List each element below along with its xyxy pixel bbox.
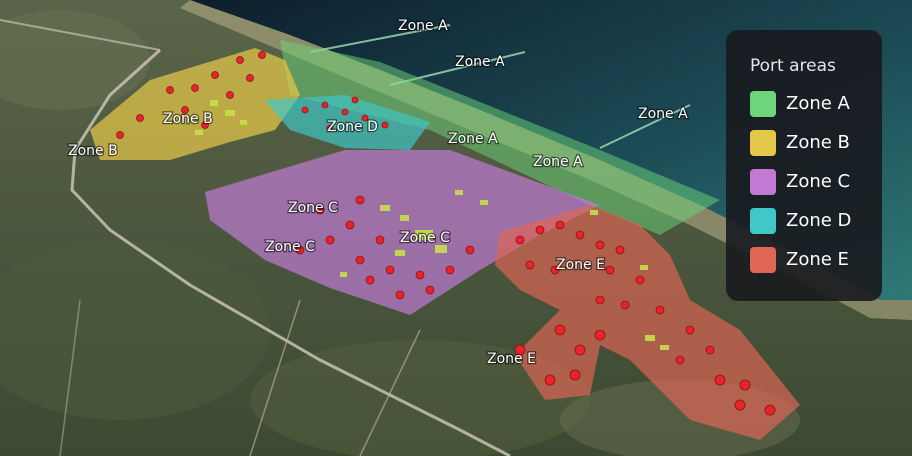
legend-label: Zone B: [786, 132, 850, 153]
legend-items: Zone A Zone B Zone C Zone D Zone E: [750, 90, 858, 273]
legend-label: Zone C: [786, 171, 851, 192]
map-label-zone-a-4: Zone A: [638, 106, 688, 122]
legend-label: Zone A: [786, 93, 850, 114]
map-label-zone-c-3: Zone C: [400, 230, 450, 246]
legend-label: Zone E: [786, 249, 849, 270]
map-label-zone-a-5: Zone A: [533, 154, 583, 170]
map-label-zone-d-1: Zone D: [327, 119, 378, 135]
legend-swatch: [750, 207, 776, 234]
legend-item-zone-d[interactable]: Zone D: [750, 207, 858, 234]
legend-title: Port areas: [750, 56, 836, 76]
map-label-zone-e-2: Zone E: [487, 351, 536, 367]
legend-label: Zone D: [786, 210, 852, 231]
map-legend: Port areas Zone A Zone B Zone C Zone D Zone …: [726, 30, 882, 301]
legend-swatch: [750, 168, 776, 195]
legend-swatch: [750, 90, 776, 117]
map-view[interactable]: Zone A Zone A Zone A Zone A Zone A Zone …: [0, 0, 912, 456]
map-label-zone-a-1: Zone A: [398, 18, 448, 34]
legend-item-zone-c[interactable]: Zone C: [750, 168, 858, 195]
map-label-zone-c-1: Zone C: [288, 200, 338, 216]
legend-swatch: [750, 129, 776, 156]
legend-item-zone-e[interactable]: Zone E: [750, 246, 858, 273]
map-label-zone-e-1: Zone E: [556, 257, 605, 273]
map-label-zone-c-2: Zone C: [265, 239, 315, 255]
map-label-zone-b-1: Zone B: [163, 111, 213, 127]
map-label-zone-a-2: Zone A: [455, 54, 505, 70]
legend-item-zone-a[interactable]: Zone A: [750, 90, 858, 117]
map-label-zone-a-3: Zone A: [448, 131, 498, 147]
map-label-zone-b-2: Zone B: [68, 143, 118, 159]
legend-item-zone-b[interactable]: Zone B: [750, 129, 858, 156]
legend-swatch: [750, 246, 776, 273]
